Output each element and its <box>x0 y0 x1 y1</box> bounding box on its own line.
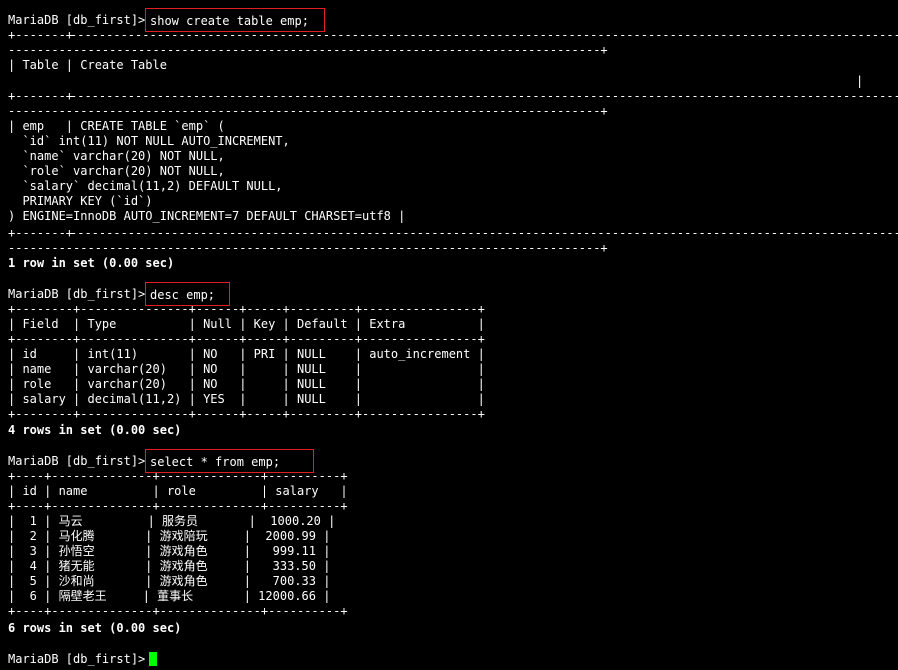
status-line: 6 rows in set (0.00 sec) <box>8 621 182 635</box>
status-line: 1 row in set (0.00 sec) <box>8 256 175 270</box>
result-border-mid-long: ----------------------------------------… <box>70 89 898 103</box>
result-border-mid-wrap: ----------------------------------------… <box>8 104 608 118</box>
result-border-top: +-------+ <box>8 28 74 42</box>
result-header-row: | Table | Create Table <box>8 58 167 72</box>
terminal-cursor[interactable] <box>149 652 157 666</box>
create-line: ) ENGINE=InnoDB AUTO_INCREMENT=7 DEFAULT… <box>8 209 406 223</box>
select-border-bottom: +----+--------------+--------------+----… <box>8 604 348 618</box>
result-border-top-wrap: ----------------------------------------… <box>8 43 608 57</box>
desc-border-bottom: +--------+---------------+------+-----+-… <box>8 407 485 421</box>
terminal-window[interactable]: MariaDB [db_first]> show create table em… <box>0 0 898 670</box>
desc-row: | name | varchar(20) | NO | | NULL | | <box>8 362 485 376</box>
select-border-top: +----+--------------+--------------+----… <box>8 469 348 483</box>
create-line: `name` varchar(20) NOT NULL, <box>8 149 225 163</box>
prompt: MariaDB [db_first]> <box>8 652 146 666</box>
create-line: PRIMARY KEY (`id`) <box>8 194 153 208</box>
status-line: 4 rows in set (0.00 sec) <box>8 423 182 437</box>
select-header-row: | id | name | role | salary | <box>8 484 348 498</box>
desc-border-mid: +--------+---------------+------+-----+-… <box>8 332 485 346</box>
result-border-bottom: +-------+ <box>8 226 74 240</box>
result-border-bottom-long: ----------------------------------------… <box>70 226 898 240</box>
create-line: `role` varchar(20) NOT NULL, <box>8 164 225 178</box>
result-border-mid: +-------+ <box>8 89 74 103</box>
prompt: MariaDB [db_first]> <box>8 13 146 27</box>
create-line: `id` int(11) NOT NULL AUTO_INCREMENT, <box>8 134 290 148</box>
desc-header-row: | Field | Type | Null | Key | Default | … <box>8 317 485 331</box>
prompt: MariaDB [db_first]> <box>8 454 146 468</box>
result-border-top-long: ----------------------------------------… <box>70 28 898 42</box>
desc-row: | role | varchar(20) | NO | | NULL | | <box>8 377 485 391</box>
desc-border-top: +--------+---------------+------+-----+-… <box>8 302 485 316</box>
prompt: MariaDB [db_first]> <box>8 287 146 301</box>
select-row: | 6 | 隔壁老王 | 董事长 | 12000.66 | <box>8 589 331 603</box>
select-row: | 2 | 马化腾 | 游戏陪玩 | 2000.99 | <box>8 529 331 543</box>
select-row: | 3 | 孙悟空 | 游戏角色 | 999.11 | <box>8 544 331 558</box>
result-border-bottom-wrap: ----------------------------------------… <box>8 241 608 255</box>
select-border-mid: +----+--------------+--------------+----… <box>8 499 348 513</box>
select-row: | 4 | 猪无能 | 游戏角色 | 333.50 | <box>8 559 331 573</box>
create-line: | emp | CREATE TABLE `emp` ( <box>8 119 225 133</box>
create-line: `salary` decimal(11,2) DEFAULT NULL, <box>8 179 283 193</box>
select-row: | 5 | 沙和尚 | 游戏角色 | 700.33 | <box>8 574 331 588</box>
desc-row: | salary | decimal(11,2) | YES | | NULL … <box>8 392 485 406</box>
result-header-wrap-end: | <box>856 74 864 88</box>
select-row: | 1 | 马云 | 服务员 | 1000.20 | <box>8 514 336 528</box>
desc-row: | id | int(11) | NO | PRI | NULL | auto_… <box>8 347 485 361</box>
